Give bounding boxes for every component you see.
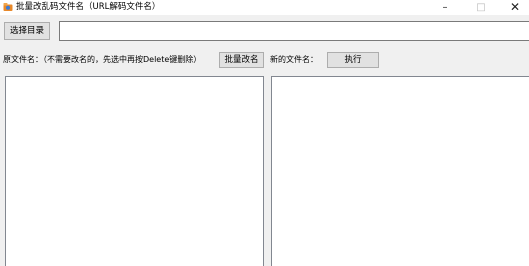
original-filenames-list[interactable] xyxy=(5,76,264,266)
app-window: 批量改乱码文件名（URL解码文件名） – □ ✕ 选择目录 原文件名：（不需要改… xyxy=(0,0,529,266)
title-bar: 批量改乱码文件名（URL解码文件名） – □ ✕ xyxy=(0,0,529,15)
batch-rename-button[interactable]: 批量改名 xyxy=(219,52,264,68)
original-filenames-label: 原文件名：（不需要改名的，先选中再按Delete键删除） xyxy=(3,55,202,64)
maximize-button[interactable]: □ xyxy=(466,0,496,15)
window-title: 批量改乱码文件名（URL解码文件名） xyxy=(16,2,161,12)
new-filenames-list[interactable] xyxy=(271,76,529,266)
close-button[interactable]: ✕ xyxy=(500,0,529,15)
new-filenames-label: 新的文件名： xyxy=(270,55,318,64)
app-folder-icon xyxy=(3,2,13,12)
directory-path-input[interactable] xyxy=(59,21,529,41)
minimize-button[interactable]: – xyxy=(430,0,460,15)
execute-button[interactable]: 执行 xyxy=(327,52,379,68)
select-directory-button[interactable]: 选择目录 xyxy=(4,22,50,40)
